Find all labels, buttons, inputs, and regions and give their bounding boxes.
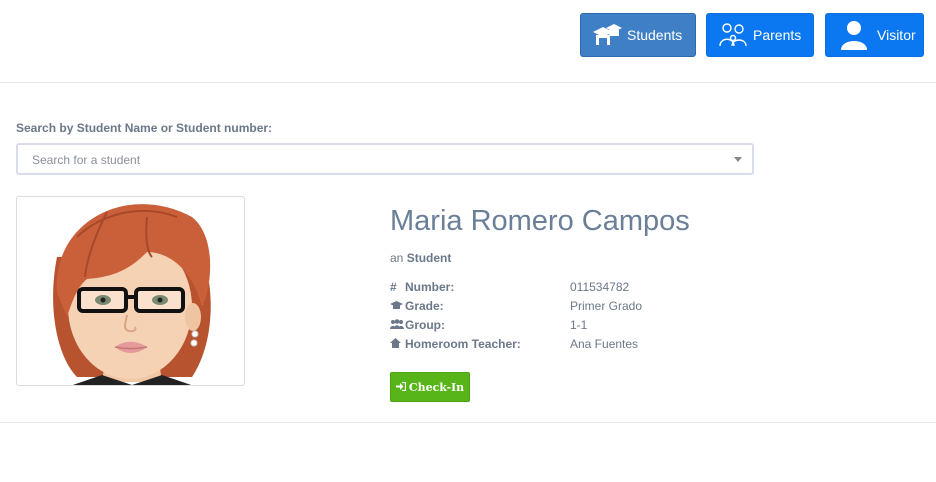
info-key: Number:	[405, 280, 455, 294]
divider	[0, 422, 936, 423]
home-icon	[390, 337, 403, 351]
students-button[interactable]: Students	[580, 13, 696, 57]
info-row-number: # Number: 011534782	[390, 280, 750, 298]
search-label: Search by Student Name or Student number…	[16, 121, 273, 135]
info-value: Primer Grado	[570, 299, 643, 313]
student-type: an Student	[390, 251, 451, 265]
visitor-label: Visitor	[877, 27, 916, 43]
check-in-button[interactable]: Check-In	[390, 372, 470, 402]
parents-button[interactable]: Parents	[706, 13, 814, 57]
student-name: Maria Romero Campos	[390, 205, 690, 237]
graduation-cap-icon	[390, 299, 403, 313]
parents-label: Parents	[753, 27, 802, 43]
user-icon	[839, 20, 869, 50]
hash-icon: #	[390, 280, 397, 294]
student-photo	[16, 196, 245, 386]
visitor-button[interactable]: Visitor	[825, 13, 924, 57]
graduation-icon	[592, 20, 622, 50]
chevron-down-icon[interactable]	[734, 157, 742, 162]
info-row-group: Group: 1-1	[390, 318, 750, 336]
search-input[interactable]	[30, 145, 714, 175]
sign-in-icon	[395, 381, 406, 394]
info-row-teacher: Homeroom Teacher: Ana Fuentes	[390, 337, 750, 355]
students-label: Students	[627, 27, 683, 43]
info-key: Grade:	[405, 299, 444, 313]
info-key: Homeroom Teacher:	[405, 337, 521, 351]
info-row-grade: Grade: Primer Grado	[390, 299, 750, 317]
group-icon	[390, 318, 404, 332]
info-value: 1-1	[570, 318, 588, 332]
student-type-label: Student	[406, 251, 452, 265]
info-key: Group:	[405, 318, 445, 332]
top-bar: Students Parents Visitor	[0, 0, 936, 83]
check-in-label: Check-In	[408, 380, 465, 394]
parents-icon	[718, 20, 748, 50]
info-value: Ana Fuentes	[570, 337, 639, 351]
student-search-select[interactable]	[16, 143, 754, 175]
info-value: 011534782	[570, 280, 630, 294]
student-type-prefix: an	[390, 251, 404, 265]
